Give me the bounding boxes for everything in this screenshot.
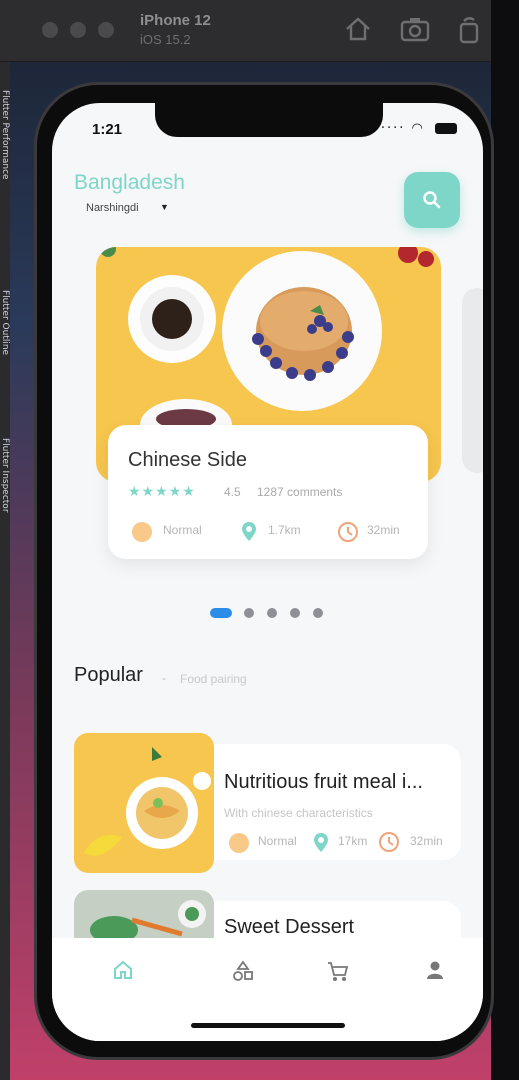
home-icon[interactable] xyxy=(113,960,133,980)
notch xyxy=(155,103,383,137)
cart-icon[interactable] xyxy=(326,960,350,982)
difficulty-label: Normal xyxy=(258,834,297,848)
popular-item-title: Nutritious fruit meal i... xyxy=(224,771,423,793)
status-time: 1:21 xyxy=(92,121,123,138)
search-button[interactable] xyxy=(404,172,460,228)
home-button-icon[interactable] xyxy=(344,16,372,42)
popular-heading: Popular xyxy=(74,664,143,686)
time-label: 32min xyxy=(410,834,443,848)
simulator-device-name: iPhone 12 xyxy=(140,12,211,29)
rating-value: 4.5 xyxy=(224,485,241,499)
rating-stars: ★★★★★ xyxy=(128,484,196,500)
carousel-dot[interactable] xyxy=(267,608,277,618)
devtools-strip: Flutter Performance Flutter Outline Flut… xyxy=(0,62,10,1080)
simulator-toolbar: iPhone 12 iOS 15.2 xyxy=(0,0,519,62)
featured-title: Chinese Side xyxy=(128,449,247,471)
difficulty-label: Normal xyxy=(163,523,202,537)
zoom-window-button[interactable] xyxy=(98,22,114,38)
simulator-os-version: iOS 15.2 xyxy=(140,32,191,47)
comments-count: 1287 comments xyxy=(257,485,343,499)
popular-dash: - xyxy=(162,671,166,685)
caret-down-icon[interactable]: ▼ xyxy=(160,202,169,212)
difficulty-icon xyxy=(132,522,152,542)
next-carousel-card[interactable] xyxy=(462,288,483,473)
distance-label: 1.7km xyxy=(268,523,301,537)
featured-info-card[interactable]: Chinese Side ★★★★★ 4.5 1287 comments Nor… xyxy=(108,425,428,559)
clock-icon xyxy=(338,522,358,542)
carousel-dot-active[interactable] xyxy=(210,608,232,618)
flutter-inspector-tab[interactable]: Flutter Inspector xyxy=(0,438,10,513)
rotate-icon[interactable] xyxy=(456,16,482,44)
popular-item-subtitle: With chinese characteristics xyxy=(224,806,373,820)
popular-subtitle: Food pairing xyxy=(180,672,247,686)
country-title: Bangladesh xyxy=(74,171,185,194)
carousel-dot[interactable] xyxy=(313,608,323,618)
difficulty-icon xyxy=(229,833,249,853)
popular-item-title: Sweet Dessert xyxy=(224,916,355,938)
home-indicator[interactable] xyxy=(191,1023,345,1028)
region-selector[interactable]: Narshingdi xyxy=(86,202,139,214)
location-pin-icon xyxy=(314,833,328,852)
wifi-icon: ◠ xyxy=(411,121,425,136)
minimize-window-button[interactable] xyxy=(70,22,86,38)
search-icon xyxy=(423,191,441,209)
popular-item-card[interactable]: Nutritious fruit meal i... With chinese … xyxy=(74,733,461,873)
clock-icon xyxy=(379,832,399,852)
status-icons: ···· ◠ xyxy=(381,121,457,136)
flutter-outline-tab[interactable]: Flutter Outline xyxy=(0,290,10,355)
distance-label: 17km xyxy=(338,834,368,848)
apps-icon[interactable] xyxy=(232,960,254,982)
cellular-icon: ···· xyxy=(380,121,406,136)
app-screen: 1:21 ···· ◠ Bangladesh Narshingdi ▼ Chin… xyxy=(52,103,483,1041)
carousel-dot[interactable] xyxy=(290,608,300,618)
background-panel xyxy=(491,0,519,1080)
screenshot-icon[interactable] xyxy=(400,16,430,42)
location-pin-icon xyxy=(242,522,256,541)
time-label: 32min xyxy=(367,523,400,537)
popular-item-image xyxy=(74,733,214,873)
flutter-performance-tab[interactable]: Flutter Performance xyxy=(0,90,10,180)
battery-icon xyxy=(435,123,457,134)
close-window-button[interactable] xyxy=(42,22,58,38)
carousel-dot[interactable] xyxy=(244,608,254,618)
profile-icon[interactable] xyxy=(425,960,445,980)
